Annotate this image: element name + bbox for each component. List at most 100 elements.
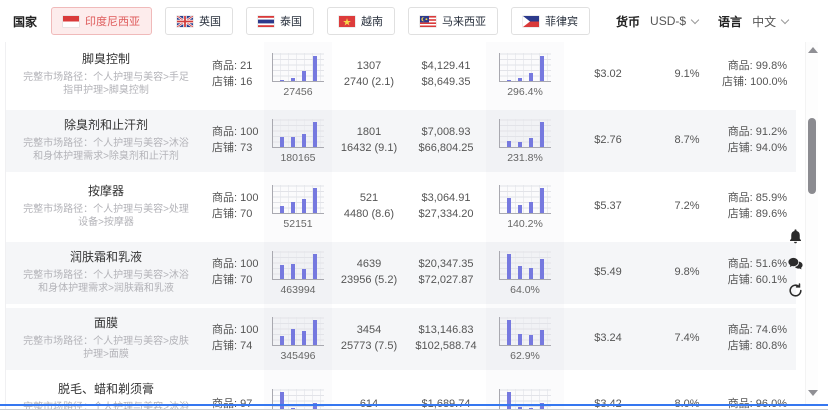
- volume-value-1: 4639: [332, 257, 406, 273]
- currency-dropdown[interactable]: USD-$: [650, 14, 698, 28]
- chart-bar: [507, 254, 511, 279]
- country-flag-icon: [339, 16, 355, 27]
- refresh-cycle-icon[interactable]: [786, 281, 804, 299]
- scroll-up-arrow-icon[interactable]: [808, 47, 818, 53]
- country-button-vn[interactable]: 越南: [327, 7, 395, 35]
- revenue-value-1: $3,064.91: [406, 191, 486, 207]
- currency-value: USD-$: [650, 14, 686, 28]
- vertical-scrollbar[interactable]: [805, 42, 818, 404]
- goods-count: 商品: 100: [212, 323, 264, 339]
- goods-share-percent: 商品: 91.2%: [722, 125, 787, 141]
- chart-bar: [280, 265, 284, 279]
- shops-count: 店铺: 16: [212, 75, 264, 91]
- category-title: 润肤霜和乳液: [20, 250, 192, 266]
- shops-share-percent: 店铺: 80.8%: [722, 339, 787, 355]
- revenue-value-1: $20,347.35: [406, 257, 486, 273]
- chart-bar: [507, 80, 511, 81]
- growth-bar-chart: [499, 185, 551, 214]
- chart-bar: [540, 122, 544, 147]
- revenue-cell: $13,146.83 $102,588.74: [406, 323, 486, 355]
- chart-bar: [291, 137, 295, 147]
- category-table-row[interactable]: 润肤霜和乳液 完整市场路径：个人护理与美容>沐浴和身体护理需求>润肤霜和乳液 商…: [6, 240, 796, 306]
- sales-trend-bar-chart: [272, 317, 324, 346]
- scrollbar-thumb[interactable]: [808, 118, 816, 194]
- country-button-my[interactable]: 马来西亚: [408, 7, 498, 35]
- chat-support-icon[interactable]: [786, 254, 804, 272]
- chart-bar: [540, 56, 544, 81]
- avg-price: $2.76: [564, 133, 652, 149]
- ratio-percent: 8.7%: [652, 133, 722, 149]
- language-label: 语言: [718, 13, 742, 30]
- category-table-row[interactable]: 面膜 完整市场路径：个人护理与美容>皮肤护理>面膜 商品: 100 店铺: 74…: [6, 306, 796, 372]
- sales-trend-bar-chart: [272, 389, 324, 410]
- country-button-id[interactable]: 印度尼西亚: [51, 7, 152, 35]
- chart-bar: [518, 78, 522, 81]
- sales-trend-chart-cell: 52151: [264, 174, 332, 240]
- growth-bar-chart: [499, 119, 551, 148]
- country-button-label: 印度尼西亚: [85, 13, 140, 29]
- volume-value-1: 1801: [332, 125, 406, 141]
- category-table-row[interactable]: 除臭剂和止汗剂 完整市场路径：个人护理与美容>沐浴和身体护理需求>除臭剂和止汗剂…: [6, 108, 796, 174]
- chart-bar: [540, 259, 544, 279]
- category-table-row[interactable]: 按摩器 完整市场路径：个人护理与美容>处理设备>按摩器 商品: 100 店铺: …: [6, 174, 796, 240]
- sales-trend-total: 180165: [280, 152, 315, 164]
- chart-bar: [529, 73, 533, 81]
- chart-bar: [540, 188, 544, 213]
- chart-bar: [540, 330, 544, 345]
- revenue-value-2: $72,027.87: [406, 273, 486, 289]
- volume-value-2: 4480 (8.6): [332, 207, 406, 223]
- chart-bar: [313, 122, 317, 147]
- country-button-label: 英国: [199, 13, 221, 29]
- chart-bar: [518, 407, 522, 410]
- chart-bar: [280, 137, 284, 147]
- chart-bar: [280, 80, 284, 81]
- filter-bar: 国家 印度尼西亚 英国 泰国 越南 马来西亚 菲律宾 货币 USD-$ 语言 中…: [0, 0, 800, 42]
- shops-count: 店铺: 74: [212, 339, 264, 355]
- country-button-ph[interactable]: 菲律宾: [511, 7, 590, 35]
- volume-cell: 521 4480 (8.6): [332, 191, 406, 223]
- shops-share-percent: 店铺: 100.0%: [722, 75, 787, 91]
- category-name-cell: 除臭剂和止汗剂 完整市场路径：个人护理与美容>沐浴和身体护理需求>除臭剂和止汗剂: [6, 118, 206, 164]
- avg-price: $5.37: [564, 199, 652, 215]
- language-dropdown[interactable]: 中文: [752, 13, 788, 30]
- chart-bar: [529, 335, 533, 345]
- notification-bell-icon[interactable]: [786, 227, 804, 245]
- sales-trend-bar-chart: [272, 251, 324, 280]
- chart-bar: [291, 78, 295, 81]
- chart-bar: [313, 188, 317, 213]
- goods-share-percent: 商品: 85.9%: [722, 191, 787, 207]
- sales-trend-total: 345496: [280, 350, 315, 362]
- chart-bar: [302, 331, 306, 345]
- ratio-percent: 7.4%: [652, 331, 722, 347]
- goods-count: 商品: 100: [212, 257, 264, 273]
- volume-value-1: 3454: [332, 323, 406, 339]
- counts-cell: 商品: 21 店铺: 16: [206, 59, 264, 91]
- avg-price: $3.24: [564, 331, 652, 347]
- country-button-th[interactable]: 泰国: [246, 7, 314, 35]
- country-button-label: 越南: [361, 13, 383, 29]
- country-button-label: 马来西亚: [442, 13, 486, 29]
- goods-share-percent: 商品: 51.6%: [722, 257, 787, 273]
- category-table-row[interactable]: 脚臭控制 完整市场路径：个人护理与美容>手足指甲护理>脚臭控制 商品: 21 店…: [6, 42, 796, 108]
- revenue-cell: $3,064.91 $27,334.20: [406, 191, 486, 223]
- scroll-down-arrow-icon[interactable]: [808, 390, 818, 396]
- analytics-app-window: 国家 印度尼西亚 英国 泰国 越南 马来西亚 菲律宾 货币 USD-$ 语言 中…: [0, 0, 828, 410]
- country-button-label: 泰国: [280, 13, 302, 29]
- goods-count: 商品: 100: [212, 125, 264, 141]
- growth-chart-cell: 64.0%: [486, 240, 564, 306]
- goods-count: 商品: 21: [212, 59, 264, 75]
- country-button-gb[interactable]: 英国: [165, 7, 233, 35]
- revenue-value-2: $8,649.35: [406, 75, 486, 91]
- chart-bar: [291, 264, 295, 279]
- category-name-cell: 脚臭控制 完整市场路径：个人护理与美容>手足指甲护理>脚臭控制: [6, 52, 206, 98]
- growth-chart-cell: 231.8%: [486, 108, 564, 174]
- sales-trend-total: 463994: [280, 284, 315, 296]
- sales-trend-chart-cell: 180165: [264, 108, 332, 174]
- chart-bar: [507, 392, 511, 410]
- growth-percent: 296.4%: [507, 86, 543, 98]
- chart-bar: [302, 269, 306, 279]
- chart-bar: [291, 202, 295, 213]
- chart-bar: [313, 320, 317, 345]
- country-button-label: 菲律宾: [545, 13, 578, 29]
- chart-bar: [291, 329, 295, 345]
